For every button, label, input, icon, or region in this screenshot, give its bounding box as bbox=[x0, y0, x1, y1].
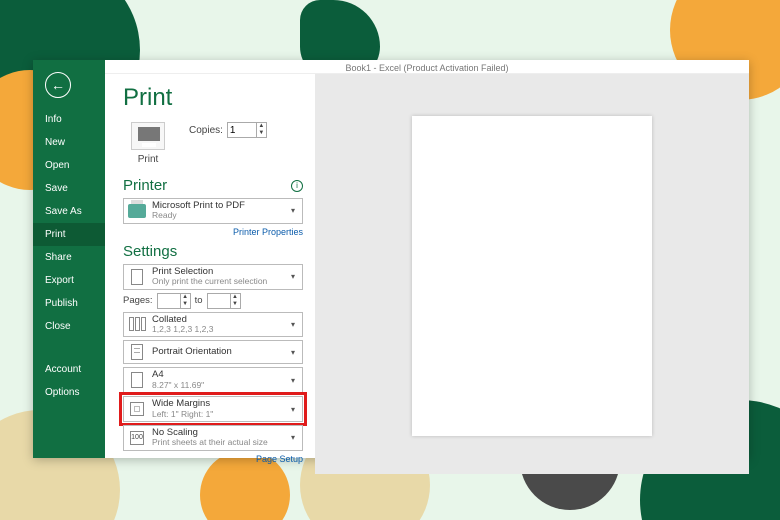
scaling-icon: 100 bbox=[128, 429, 146, 447]
collated-icon bbox=[128, 315, 146, 333]
collation-desc: 1,2,3 1,2,3 1,2,3 bbox=[152, 325, 282, 334]
sidebar-item-saveas[interactable]: Save As bbox=[33, 200, 105, 223]
scaling-desc: Print sheets at their actual size bbox=[152, 438, 282, 447]
pages-label: Pages: bbox=[123, 295, 153, 306]
orientation-dropdown[interactable]: Portrait Orientation ▾ bbox=[123, 340, 303, 364]
chevron-down-icon: ▾ bbox=[288, 206, 298, 215]
spinner-down-icon[interactable]: ▼ bbox=[181, 301, 190, 308]
backstage-sidebar: ← Info New Open Save Save As Print Share… bbox=[33, 60, 105, 458]
copies-input[interactable] bbox=[228, 123, 256, 137]
print-settings-pane: Print Print Copies: ▲ bbox=[105, 74, 315, 474]
paper-size-dropdown[interactable]: A4 8.27" x 11.69" ▾ bbox=[123, 367, 303, 393]
printer-heading: Printer bbox=[123, 177, 167, 194]
sidebar-item-share[interactable]: Share bbox=[33, 246, 105, 269]
printer-device-icon bbox=[128, 202, 146, 220]
selection-icon bbox=[128, 268, 146, 286]
chevron-down-icon: ▾ bbox=[288, 376, 298, 385]
chevron-down-icon: ▾ bbox=[288, 405, 298, 414]
spinner-down-icon[interactable]: ▼ bbox=[257, 130, 266, 137]
sidebar-item-open[interactable]: Open bbox=[33, 154, 105, 177]
pages-to-input[interactable] bbox=[208, 294, 230, 308]
page-icon bbox=[128, 371, 146, 389]
print-button[interactable]: Print bbox=[123, 122, 173, 165]
arrow-left-icon: ← bbox=[51, 77, 65, 93]
sidebar-item-close[interactable]: Close bbox=[33, 315, 105, 338]
settings-heading: Settings bbox=[123, 243, 177, 260]
spinner-up-icon[interactable]: ▲ bbox=[257, 123, 266, 130]
margins-desc: Left: 1" Right: 1" bbox=[152, 410, 282, 419]
pages-to-spinner[interactable]: ▲▼ bbox=[207, 293, 241, 309]
portrait-icon bbox=[128, 343, 146, 361]
sidebar-item-options[interactable]: Options bbox=[33, 381, 105, 404]
printer-icon bbox=[131, 122, 165, 150]
printer-status: Ready bbox=[152, 211, 282, 220]
sidebar-item-new[interactable]: New bbox=[33, 131, 105, 154]
page-title: Print bbox=[123, 84, 303, 112]
orientation-label: Portrait Orientation bbox=[152, 347, 282, 357]
sidebar-item-export[interactable]: Export bbox=[33, 269, 105, 292]
printer-dropdown[interactable]: Microsoft Print to PDF Ready ▾ bbox=[123, 198, 303, 224]
chevron-down-icon: ▾ bbox=[288, 272, 298, 281]
pages-from-spinner[interactable]: ▲▼ bbox=[157, 293, 191, 309]
spinner-up-icon[interactable]: ▲ bbox=[181, 294, 190, 301]
margins-icon bbox=[128, 400, 146, 418]
what-to-print-dropdown[interactable]: Print Selection Only print the current s… bbox=[123, 264, 303, 290]
page-setup-link[interactable]: Page Setup bbox=[123, 454, 303, 464]
chevron-down-icon: ▾ bbox=[288, 348, 298, 357]
print-button-label: Print bbox=[138, 154, 159, 165]
excel-backstage-window: ← Info New Open Save Save As Print Share… bbox=[33, 60, 749, 458]
back-button[interactable]: ← bbox=[45, 72, 71, 98]
printer-properties-link[interactable]: Printer Properties bbox=[123, 227, 303, 237]
sidebar-item-print[interactable]: Print bbox=[33, 223, 105, 246]
chevron-down-icon: ▾ bbox=[288, 320, 298, 329]
margins-dropdown[interactable]: Wide Margins Left: 1" Right: 1" ▾ bbox=[123, 396, 303, 422]
main-pane: Book1 - Excel (Product Activation Failed… bbox=[105, 60, 749, 458]
what-to-print-desc: Only print the current selection bbox=[152, 277, 282, 286]
scaling-dropdown[interactable]: 100 No Scaling Print sheets at their act… bbox=[123, 425, 303, 451]
spinner-up-icon[interactable]: ▲ bbox=[231, 294, 240, 301]
preview-page bbox=[412, 116, 652, 436]
chevron-down-icon: ▾ bbox=[288, 433, 298, 442]
copies-label: Copies: bbox=[189, 125, 223, 136]
pages-to-label: to bbox=[195, 295, 203, 306]
sidebar-item-account[interactable]: Account bbox=[33, 358, 105, 381]
window-title: Book1 - Excel (Product Activation Failed… bbox=[105, 60, 749, 74]
sidebar-item-save[interactable]: Save bbox=[33, 177, 105, 200]
sidebar-item-publish[interactable]: Publish bbox=[33, 292, 105, 315]
copies-spinner[interactable]: ▲ ▼ bbox=[227, 122, 267, 138]
paper-desc: 8.27" x 11.69" bbox=[152, 381, 282, 390]
collation-dropdown[interactable]: Collated 1,2,3 1,2,3 1,2,3 ▾ bbox=[123, 312, 303, 338]
spinner-down-icon[interactable]: ▼ bbox=[231, 301, 240, 308]
margins-label: Wide Margins bbox=[152, 399, 282, 409]
sidebar-item-info[interactable]: Info bbox=[33, 108, 105, 131]
print-preview-pane bbox=[315, 74, 749, 474]
info-icon[interactable]: i bbox=[291, 180, 303, 192]
pages-from-input[interactable] bbox=[158, 294, 180, 308]
